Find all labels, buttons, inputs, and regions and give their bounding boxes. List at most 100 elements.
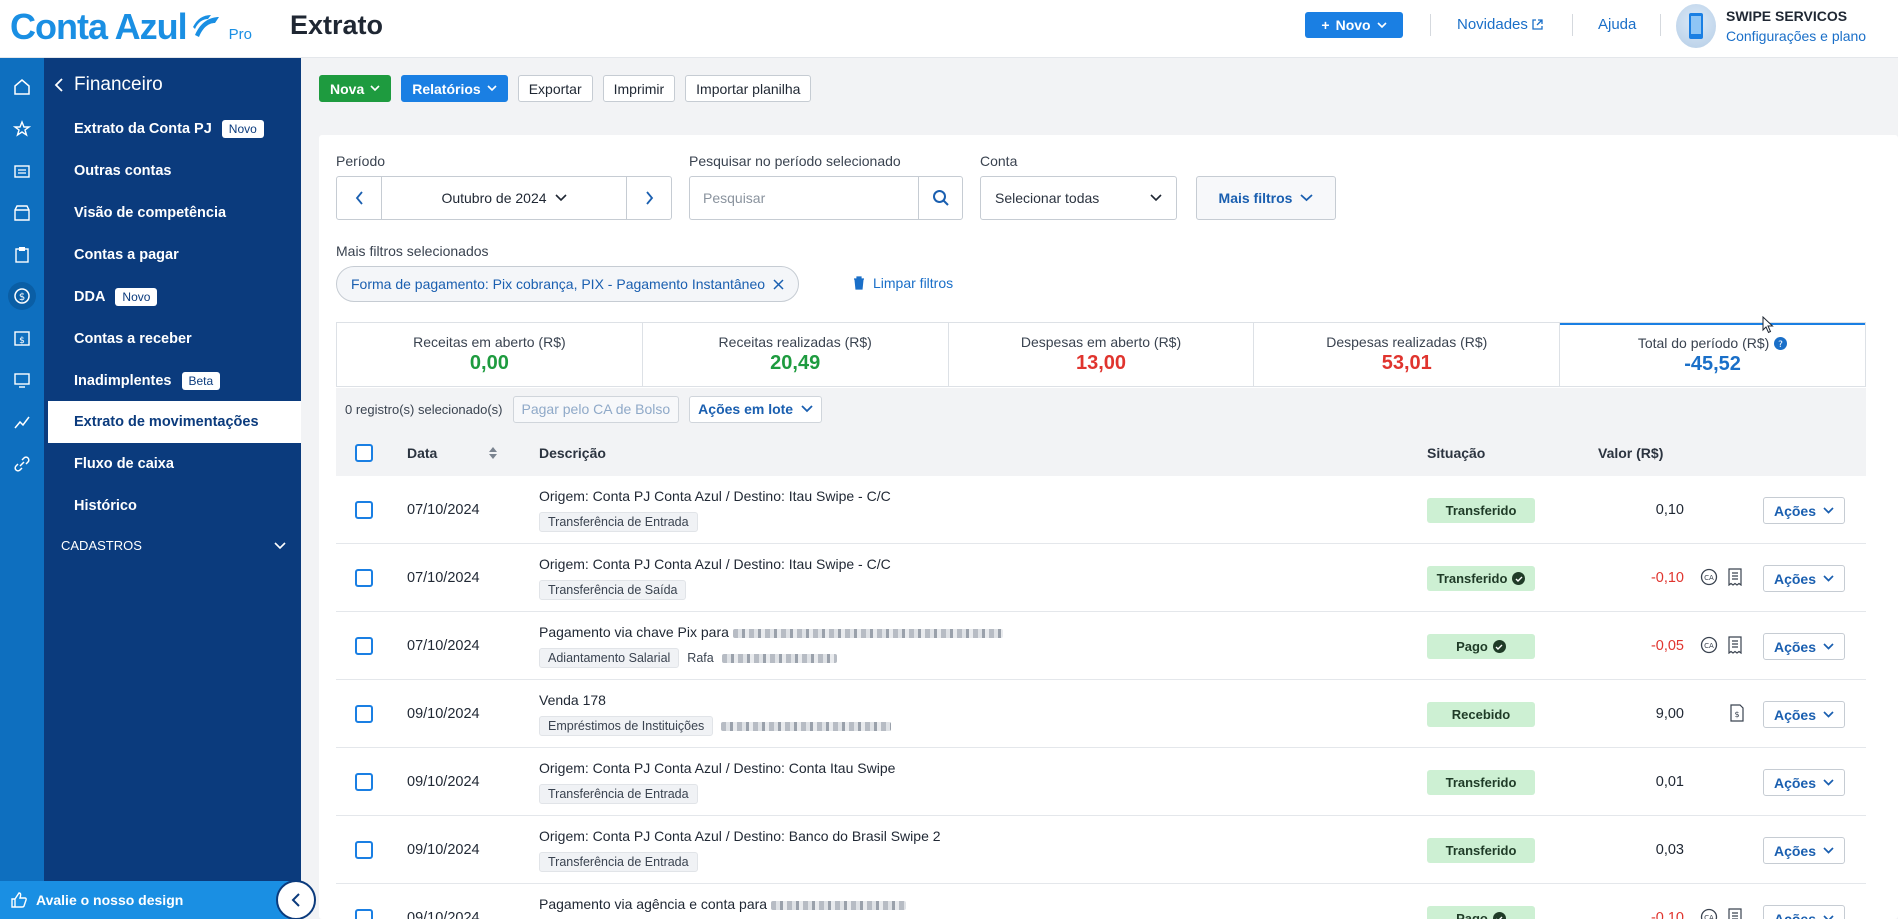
nova-button[interactable]: Nova [319, 75, 392, 102]
next-period-button[interactable] [627, 177, 671, 219]
receipt-icon[interactable] [1728, 908, 1742, 919]
conta-select[interactable]: Selecionar todas [980, 176, 1177, 220]
sidebar-item-contas-pagar[interactable]: Contas a pagar [44, 234, 301, 276]
table-row[interactable]: 07/10/2024 Pagamento via chave Pix para … [336, 612, 1866, 680]
chevron-left-icon [291, 893, 300, 907]
row-checkbox[interactable] [355, 841, 373, 859]
table-row[interactable]: 09/10/2024 Pagamento via agência e conta… [336, 884, 1866, 919]
help-icon[interactable]: ? [1774, 336, 1788, 350]
invoice-icon[interactable]: $ [1730, 704, 1744, 722]
row-actions-button[interactable]: Ações [1763, 905, 1845, 919]
row-value: 9,00 [1655, 706, 1684, 722]
row-date: 09/10/2024 [407, 842, 480, 858]
novidades-label: Novidades [1457, 16, 1528, 33]
store-icon[interactable] [8, 199, 36, 227]
row-description: Origem: Conta PJ Conta Azul / Destino: C… [539, 760, 896, 776]
row-checkbox[interactable] [355, 569, 373, 587]
register-icon[interactable] [8, 157, 36, 185]
clipboard-icon[interactable] [8, 241, 36, 269]
row-checkbox[interactable] [355, 909, 373, 919]
sort-icon[interactable] [488, 445, 498, 461]
pos-icon[interactable] [8, 366, 36, 394]
row-actions-button[interactable]: Ações [1763, 497, 1845, 524]
receipt-icon[interactable] [1728, 636, 1742, 654]
exportar-button[interactable]: Exportar [517, 75, 593, 102]
table-row[interactable]: 09/10/2024 Origem: Conta PJ Conta Azul /… [336, 816, 1866, 884]
relatorios-button[interactable]: Relatórios [401, 75, 508, 102]
finance-icon[interactable]: $ [8, 282, 36, 310]
search-button[interactable] [918, 176, 963, 220]
company-avatar[interactable] [1676, 4, 1716, 48]
row-checkbox[interactable] [355, 501, 373, 519]
redacted-text [732, 628, 1003, 638]
row-checkbox[interactable] [355, 637, 373, 655]
importar-planilha-button[interactable]: Importar planilha [685, 75, 812, 102]
sidebar-item-label: Extrato de movimentações [74, 414, 259, 430]
trash-icon [854, 276, 864, 290]
row-actions-button[interactable]: Ações [1763, 701, 1845, 728]
new-button[interactable]: + Novo [1305, 12, 1403, 38]
table-row[interactable]: 09/10/2024 Origem: Conta PJ Conta Azul /… [336, 748, 1866, 816]
collapse-sidebar-button[interactable] [276, 880, 316, 919]
contact-name: Rafa [687, 651, 714, 665]
home-icon[interactable] [8, 73, 36, 101]
search-input[interactable] [689, 176, 918, 220]
novidades-link[interactable]: Novidades [1457, 16, 1543, 33]
category-tag: Transferência de Entrada [539, 852, 698, 872]
sidebar-item-dda[interactable]: DDA Novo [44, 276, 301, 318]
chart-icon[interactable] [8, 408, 36, 436]
nova-label: Nova [330, 80, 365, 97]
row-actions-button[interactable]: Ações [1763, 633, 1845, 660]
previous-period-button[interactable] [337, 177, 381, 219]
row-date: 09/10/2024 [407, 774, 480, 790]
sidebar-item-outras-contas[interactable]: Outras contas [44, 150, 301, 192]
row-actions-button[interactable]: Ações [1763, 837, 1845, 864]
filter-chip[interactable]: Forma de pagamento: Pix cobrança, PIX - … [336, 266, 800, 302]
ca-icon[interactable]: CA [1700, 568, 1718, 586]
summary-total-periodo: Total do período (R$)? -45,52 [1560, 323, 1865, 386]
link-icon[interactable] [8, 450, 36, 478]
row-checkbox[interactable] [355, 705, 373, 723]
sidebar-back[interactable]: Financeiro [54, 74, 163, 96]
table-row[interactable]: 07/10/2024 Origem: Conta PJ Conta Azul /… [336, 544, 1866, 612]
company-config-link[interactable]: Configurações e plano [1726, 28, 1866, 44]
period-dropdown[interactable]: Outubro de 2024 [381, 177, 627, 219]
ajuda-link[interactable]: Ajuda [1598, 16, 1636, 33]
ca-icon[interactable]: CA [1700, 636, 1718, 654]
ca-icon[interactable]: CA [1700, 908, 1718, 919]
conta-azul-logo[interactable]: Conta Azul Pro [10, 6, 252, 48]
select-all-checkbox[interactable] [355, 444, 373, 462]
sidebar-item-inadimplentes[interactable]: Inadimplentes Beta [44, 360, 301, 402]
close-icon[interactable] [773, 278, 784, 290]
actions-label: Ações [1773, 638, 1817, 655]
row-actions-button[interactable]: Ações [1763, 565, 1845, 592]
pay-ca-bolso-button[interactable]: Pagar pelo CA de Bolso [512, 395, 680, 423]
period-selector: Outubro de 2024 [336, 176, 672, 220]
row-checkbox[interactable] [355, 773, 373, 791]
sidebar-section-cadastros[interactable]: CADASTROS [61, 538, 286, 553]
sidebar-item-extrato-conta-pj[interactable]: Extrato da Conta PJ Novo [44, 108, 301, 150]
batch-actions-button[interactable]: Ações em lote [689, 395, 823, 423]
summary-despesas-aberto: Despesas em aberto (R$) 13,00 [949, 323, 1255, 386]
logo-text: Conta Azul [10, 6, 188, 47]
mais-filtros-button[interactable]: Mais filtros [1196, 176, 1336, 220]
table-row[interactable]: 09/10/2024 Venda 178 Empréstimos de Inst… [336, 680, 1866, 748]
sidebar-item-extrato-movimentacoes[interactable]: Extrato de movimentações [48, 401, 301, 443]
mais-filtros-label: Mais filtros [1218, 190, 1293, 206]
column-header-data[interactable]: Data [407, 445, 437, 461]
row-actions-button[interactable]: Ações [1763, 769, 1845, 796]
icon-bar: $ $ [0, 58, 44, 881]
sidebar-item-label: Visão de competência [74, 205, 227, 221]
receipt-icon[interactable] [1728, 568, 1742, 586]
sidebar-item-historico[interactable]: Histórico [44, 485, 301, 527]
row-tags: Transferência de Entrada [539, 852, 698, 872]
feedback-bar[interactable]: Avalie o nosso design [0, 881, 301, 919]
star-icon[interactable] [8, 115, 36, 143]
clear-filters-link[interactable]: Limpar filtros [853, 275, 953, 291]
imprimir-button[interactable]: Imprimir [602, 75, 676, 102]
sidebar-item-visao-competencia[interactable]: Visão de competência [44, 192, 301, 234]
sidebar-item-fluxo-caixa[interactable]: Fluxo de caixa [44, 443, 301, 485]
calendar-money-icon[interactable]: $ [8, 324, 36, 352]
sidebar-item-contas-receber[interactable]: Contas a receber [44, 318, 301, 360]
table-row[interactable]: 07/10/2024 Origem: Conta PJ Conta Azul /… [336, 476, 1866, 544]
